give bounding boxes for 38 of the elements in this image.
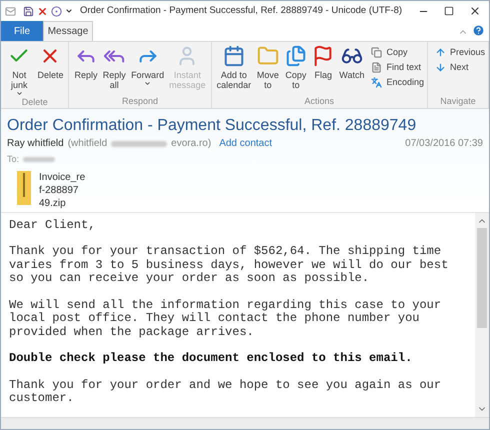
ribbon-button[interactable]: Move to <box>254 45 282 96</box>
attachment-name: 49.zip <box>39 196 67 210</box>
sender-name: Ray whitfield <box>7 137 64 151</box>
group-label: Navigate <box>439 96 477 108</box>
attachment-name: Invoice_re <box>39 170 86 184</box>
body-paragraph: Thank you for your order and we hope to see you again as our customer. <box>9 378 442 406</box>
window-title: Order Confirmation - Payment Successful, Ref. 28889749 - Unicode (UTF-8) <box>80 4 402 18</box>
message-date: 07/03/2016 07:39 <box>405 137 483 151</box>
sender-email: (whitfield <box>68 137 108 151</box>
group-label: Delete <box>20 97 49 109</box>
ribbon-button[interactable]: Copy to <box>282 45 310 96</box>
ribbon-button[interactable]: Find text <box>371 60 424 75</box>
body-paragraph: We will send all the information regarding this case to your local post office. They will contact the phone number you provided when the package arrives. <box>9 298 442 339</box>
ribbon-button[interactable]: Forward <box>129 45 166 96</box>
ribbon-button[interactable]: Watch <box>337 45 366 96</box>
ribbon-tab[interactable]: Message <box>43 21 93 41</box>
ribbon-button[interactable]: Next <box>434 60 485 75</box>
body-paragraph: Dear Client, <box>9 218 96 232</box>
ribbon-tab[interactable]: File <box>1 21 43 41</box>
message-subject: Order Confirmation - Payment Successful, Ref. 28889749 <box>7 117 418 135</box>
group-label: Respond <box>121 96 160 108</box>
ribbon-button[interactable]: Not junk <box>4 45 34 97</box>
body-paragraph: Thank you for your transaction of $562,64. The shipping time varies from 3 to 5 business days, however we will do our best so you can receive your order as soon as possible. <box>9 245 448 286</box>
to-label: To: <box>7 153 20 166</box>
ribbon-button[interactable]: Flag <box>310 45 336 96</box>
ribbon-button[interactable]: Encoding <box>371 75 424 90</box>
ribbon-button[interactable]: Delete <box>35 45 66 97</box>
ribbon-button[interactable]: Reply <box>72 45 100 96</box>
ribbon-button[interactable]: Copy <box>371 45 424 60</box>
ribbon-button[interactable]: Previous <box>434 45 485 60</box>
ribbon-button[interactable]: Add to calendar <box>214 45 254 96</box>
attachment[interactable]: Invoice_re f-288897 49.zip <box>17 170 86 212</box>
add-contact-link[interactable]: Add contact <box>219 136 272 151</box>
group-label: Actions <box>304 96 336 108</box>
sender-email: evora.ro) <box>171 137 212 151</box>
body-paragraph: Double check please the document enclosed to this email. <box>9 352 412 366</box>
attachment-name: f-288897 <box>39 184 80 196</box>
ribbon-button[interactable]: Reply all <box>100 45 128 96</box>
